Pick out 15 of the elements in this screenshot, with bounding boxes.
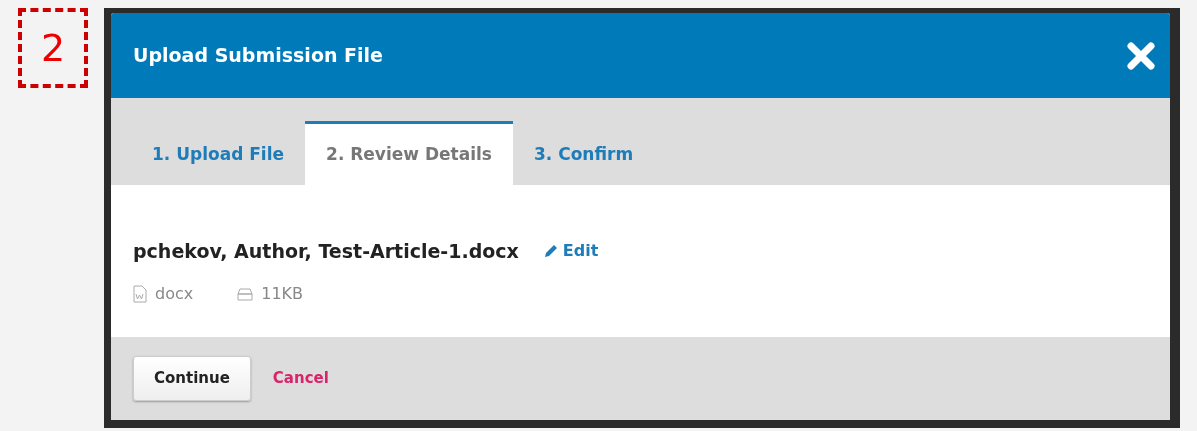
step-tab[interactable]: 2. Review Details [305,121,513,185]
step-number: 2 [18,8,88,88]
cancel-link[interactable]: Cancel [272,367,329,390]
document-icon [133,284,147,303]
step-tab[interactable]: 1. Upload File [131,121,306,185]
edit-link[interactable]: Edit [542,239,599,264]
file-size: 11KB [261,282,304,305]
pencil-icon [542,243,559,260]
close-icon[interactable] [1126,40,1156,71]
step-tab[interactable]: 3. Confirm [512,121,655,185]
dialog-title: Upload Submission File [133,43,383,69]
continue-button[interactable]: Continue [133,356,251,401]
file-type: docx [155,282,194,305]
drive-icon [237,286,254,301]
file-name: pchekov, Author, Test-Article-1.docx [133,239,519,264]
